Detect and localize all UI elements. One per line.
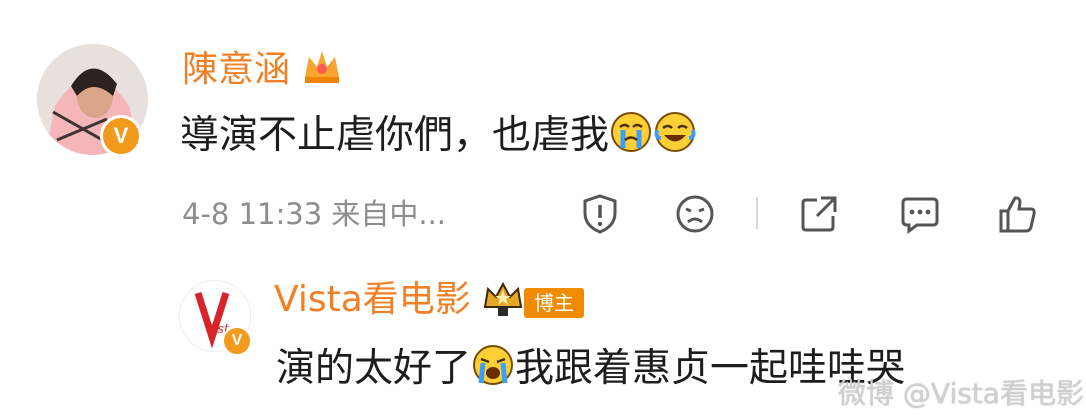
verified-badge-icon: V <box>222 326 252 356</box>
comment-icon <box>901 197 939 234</box>
commenter-name[interactable]: 陳意涵 <box>182 47 343 90</box>
verified-badge-icon: V <box>100 115 142 157</box>
comment-text: 導演不止虐你們，也虐我 <box>180 110 697 158</box>
report-icon <box>583 194 617 234</box>
crown-icon <box>305 51 340 83</box>
sad-face-icon <box>676 195 714 233</box>
blogger-level-crown-icon <box>484 281 523 316</box>
share-icon <box>801 196 837 232</box>
dislike-button[interactable] <box>671 190 719 238</box>
report-button[interactable] <box>576 190 624 238</box>
comment-button[interactable] <box>896 190 944 238</box>
share-button[interactable] <box>795 190 843 238</box>
weibo-watermark: 微博 @Vista看电影 <box>838 377 1084 410</box>
loudly-crying-face-icon <box>473 345 514 385</box>
action-divider <box>756 197 758 229</box>
crying-face-icon <box>611 112 652 152</box>
laughing-tears-icon <box>654 112 696 152</box>
like-button[interactable] <box>994 190 1042 238</box>
replier-name[interactable]: Vista看电影 <box>274 280 524 320</box>
blogger-badge: 博主 <box>524 288 584 318</box>
like-icon <box>999 196 1036 233</box>
reply-text: 演的太好了 我跟着惠贞一起哇哇哭 <box>276 343 905 391</box>
comment-meta: 4-8 11:33 来自中... <box>182 197 447 231</box>
